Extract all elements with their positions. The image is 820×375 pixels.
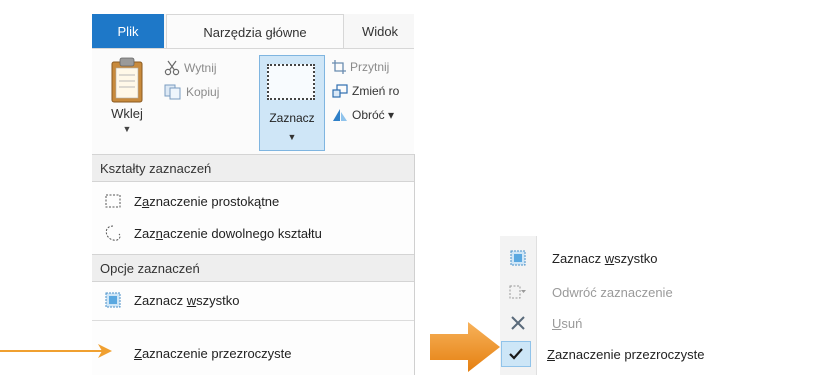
menu-item-label: Zaznaczenie prostokątne (134, 193, 280, 209)
context-item-label: Odwróć zaznaczenie (552, 284, 673, 300)
cut-button[interactable]: Wytnij (164, 60, 217, 76)
resize-button[interactable]: Zmień ro (332, 84, 399, 98)
resize-label: Zmień ro (352, 84, 400, 98)
checkmark-icon (509, 348, 523, 360)
rotate-icon (333, 109, 347, 121)
select-label: Zaznacz (269, 111, 315, 125)
tab-view[interactable]: Widok (346, 14, 414, 48)
tab-file[interactable]: Plik (92, 14, 164, 48)
big-arrow-right-icon (430, 322, 500, 372)
freeform-selection-icon (105, 225, 121, 241)
copy-label: Kopiuj (186, 85, 220, 99)
select-all-icon (105, 292, 121, 308)
invert-selection-icon (509, 285, 526, 299)
tab-home[interactable]: Narzędzia główne (166, 14, 344, 49)
menu-item-label: Zaznacz wszystko (134, 292, 240, 308)
rotate-button[interactable]: Obróć ▾ (332, 108, 394, 122)
rectangular-selection-icon (105, 194, 121, 208)
arrow-right-icon (98, 344, 112, 358)
menu-item-label: Zaznaczenie dowolnego kształtu (134, 225, 322, 241)
context-item-label: Usuń (552, 315, 583, 331)
context-item-label: Zaznaczenie przezroczyste (547, 346, 705, 362)
crop-label: Przytnij (350, 60, 390, 74)
menu-item-transparent-selection[interactable]: Zaznaczenie przezroczyste (92, 338, 414, 368)
scissors-icon (164, 60, 180, 76)
menu-item-label: Zaznaczenie przezroczyste (134, 345, 292, 361)
context-item-invert-selection[interactable]: Odwróć zaznaczenie (500, 277, 820, 307)
context-item-delete[interactable]: Usuń (500, 308, 820, 338)
crop-button[interactable]: Przytnij (332, 60, 389, 74)
chevron-down-icon[interactable]: ▼ (259, 132, 325, 142)
menu-item-rectangular-selection[interactable]: Zaznaczenie prostokątne (92, 186, 414, 216)
paste-button[interactable] (100, 56, 154, 148)
copy-button[interactable]: Kopiuj (164, 84, 219, 100)
clipboard-icon (111, 57, 143, 103)
select-all-icon (510, 250, 526, 266)
rotate-label: Obróć ▾ (352, 108, 395, 122)
cut-label: Wytnij (184, 61, 217, 75)
chevron-down-icon[interactable]: ▼ (100, 124, 154, 134)
selection-rectangle-icon (267, 64, 315, 100)
context-item-transparent-selection[interactable]: Zaznaczenie przezroczyste (500, 339, 820, 369)
copy-icon (164, 84, 181, 100)
menu-header-shapes: Kształty zaznaczeń (92, 154, 414, 182)
menu-item-freeform-selection[interactable]: Zaznaczenie dowolnego kształtu (92, 218, 414, 248)
context-item-select-all[interactable]: Zaznacz wszystko (500, 243, 820, 273)
pointer-arrow-line (0, 350, 104, 352)
resize-icon (332, 84, 348, 98)
delete-x-icon (511, 316, 525, 330)
crop-icon (332, 60, 346, 74)
context-item-label: Zaznacz wszystko (552, 250, 658, 266)
menu-header-options: Opcje zaznaczeń (92, 254, 414, 282)
paste-label: Wklej (111, 106, 143, 121)
menu-item-select-all[interactable]: Zaznacz wszystko (92, 285, 414, 315)
menu-separator (92, 320, 414, 321)
